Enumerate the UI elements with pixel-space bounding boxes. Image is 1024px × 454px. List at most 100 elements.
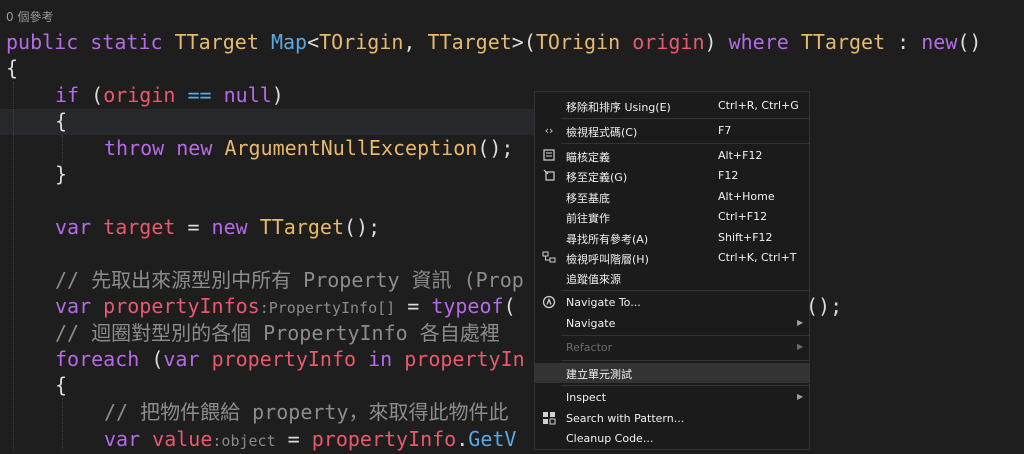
keyword: in <box>368 347 393 371</box>
keyword: typeof <box>431 294 504 318</box>
punct: >( <box>511 30 536 54</box>
menu-item-go-to-base[interactable]: 移至基底 Alt+Home <box>535 187 809 207</box>
submenu-arrow-icon: ▶ <box>797 342 804 351</box>
type-name: TTarget <box>174 30 259 54</box>
punct: ( <box>139 347 164 371</box>
keyword: where <box>728 30 789 54</box>
code-editor[interactable]: 0 個參考 public static TTarget Map<TOrigin,… <box>0 0 1024 451</box>
menu-item-track-value-source[interactable]: 追蹤值來源 <box>535 268 809 288</box>
menu-item-refactor[interactable]: Refactor ▶ <box>535 338 809 358</box>
operator: = <box>275 427 312 451</box>
indent-guide <box>13 82 14 450</box>
menu-item-label: 移除和排序 Using(E) <box>566 101 671 114</box>
menu-item-shortcut: Ctrl+R, Ctrl+G <box>718 99 799 112</box>
keyword: throw <box>104 136 165 160</box>
code-line-9[interactable]: var propertyInfos:PropertyInfo[] = typeo… <box>55 293 516 321</box>
menu-item-label: 追蹤值來源 <box>566 273 621 286</box>
submenu-arrow-icon: ▶ <box>797 318 804 327</box>
menu-item-find-all-references[interactable]: 尋找所有參考(A) Shift+F12 <box>535 228 809 248</box>
code-line-8[interactable]: // 先取出來源型別中所有 Property 資訊 (Prop <box>55 267 524 293</box>
menu-item-label: 尋找所有參考(A) <box>566 233 649 246</box>
menu-item-cleanup-code[interactable]: Cleanup Code... <box>535 429 809 449</box>
code-line-4[interactable]: { <box>55 108 67 134</box>
menu-separator <box>561 385 809 386</box>
variable: propertyIn <box>404 347 525 371</box>
menu-separator <box>561 360 809 361</box>
menu-item-peek-definition[interactable]: 瞄核定義 Alt+F12 <box>535 146 809 166</box>
menu-item-label: Cleanup Code... <box>566 432 654 445</box>
keyword: public <box>6 30 79 54</box>
type-name: TOrigin <box>535 30 621 54</box>
parameter: origin <box>632 30 705 54</box>
code-line-6[interactable]: } <box>55 161 67 187</box>
keyword: foreach <box>55 347 140 371</box>
code-line-11[interactable]: foreach (var propertyInfo in propertyIn <box>55 346 525 372</box>
comment: // 迴圈對型別的各個 PropertyInfo 各自處裡 <box>55 321 500 345</box>
keyword: static <box>90 30 163 54</box>
codelens-references[interactable]: 0 個參考 <box>6 8 53 25</box>
menu-item-search-with-pattern[interactable]: Search with Pattern... <box>535 409 809 429</box>
menu-item-shortcut: F7 <box>718 124 732 137</box>
keyword: null <box>223 83 272 107</box>
brace: { <box>6 56 19 80</box>
brace: { <box>55 373 68 397</box>
type-name: TTarget <box>800 30 886 54</box>
operator: = <box>175 215 212 239</box>
punct: () <box>957 30 982 54</box>
punct: < <box>307 30 320 54</box>
menu-item-label: 移至定義(G) <box>566 171 628 184</box>
punct: (); <box>806 294 843 318</box>
code-line-10[interactable]: // 迴圈對型別的各個 PropertyInfo 各自處裡 <box>55 320 500 346</box>
menu-separator <box>561 143 809 144</box>
menu-item-label: 建立單元測試 <box>566 368 632 381</box>
menu-item-remove-sort-usings[interactable]: 移除和排序 Using(E) Ctrl+R, Ctrl+G <box>535 96 809 116</box>
code-line-1[interactable]: public static TTarget Map<TOrigin, TTarg… <box>6 29 981 55</box>
menu-item-shortcut: Shift+F12 <box>718 231 773 244</box>
keyword: var <box>55 294 92 318</box>
menu-item-label: 檢視程式碼(C) <box>566 126 638 139</box>
menu-item-go-to-definition[interactable]: 移至定義(G) F12 <box>535 166 809 186</box>
menu-item-view-call-hierarchy[interactable]: 檢視呼叫階層(H) Ctrl+K, Ctrl+T <box>535 248 809 268</box>
type-name: ArgumentNullException <box>224 136 478 160</box>
brace: { <box>55 109 68 133</box>
code-line-2[interactable]: { <box>6 55 18 81</box>
peek-definition-icon <box>541 148 557 164</box>
punct: ) <box>271 83 284 107</box>
menu-item-navigate[interactable]: Navigate ▶ <box>535 314 809 334</box>
menu-item-label: Search with Pattern... <box>566 412 685 425</box>
menu-item-create-unit-tests[interactable]: 建立單元測試 <box>535 363 809 383</box>
punct: , <box>403 30 428 54</box>
menu-item-view-code[interactable]: ‹› 檢視程式碼(C) F7 <box>535 121 809 141</box>
keyword: var <box>104 427 141 451</box>
go-to-definition-icon <box>541 168 557 184</box>
variable: propertyInfo <box>211 347 357 371</box>
call-hierarchy-icon <box>541 250 557 266</box>
submenu-arrow-icon: ▶ <box>797 392 804 401</box>
menu-item-label: Inspect <box>566 391 607 404</box>
code-line-3[interactable]: if (origin == null) <box>55 82 284 108</box>
type-name: TOrigin <box>319 30 404 54</box>
menu-item-label: Navigate To... <box>566 296 641 309</box>
menu-item-label: Refactor <box>566 341 613 354</box>
code-line-9-tail[interactable]: (); <box>806 293 842 319</box>
code-line-13[interactable]: // 把物件餵給 property，來取得此物件此 <box>104 399 509 425</box>
code-line-12[interactable]: { <box>55 372 67 398</box>
code-line-5[interactable]: throw new ArgumentNullException(); <box>104 135 513 161</box>
menu-item-label: 檢視呼叫階層(H) <box>566 253 649 266</box>
variable: value <box>152 427 213 451</box>
menu-item-label: 前往實作 <box>566 212 610 225</box>
punct: ) <box>704 30 729 54</box>
inlay-type-hint: :object <box>212 432 276 450</box>
menu-item-label: 移至基底 <box>566 192 610 205</box>
punct: . <box>456 427 469 451</box>
menu-item-navigate-to[interactable]: Navigate To... <box>535 293 809 313</box>
menu-item-inspect[interactable]: Inspect ▶ <box>535 388 809 408</box>
code-line-7[interactable]: var target = new TTarget(); <box>55 214 380 240</box>
comment: // 把物件餵給 property，來取得此物件此 <box>104 400 509 424</box>
punct: (); <box>344 215 381 239</box>
type-name: TTarget <box>259 215 345 239</box>
current-line-highlight <box>0 109 560 135</box>
menu-separator <box>561 335 809 336</box>
menu-item-go-to-implementation[interactable]: 前往實作 Ctrl+F12 <box>535 207 809 227</box>
menu-item-shortcut: Alt+Home <box>718 190 775 203</box>
